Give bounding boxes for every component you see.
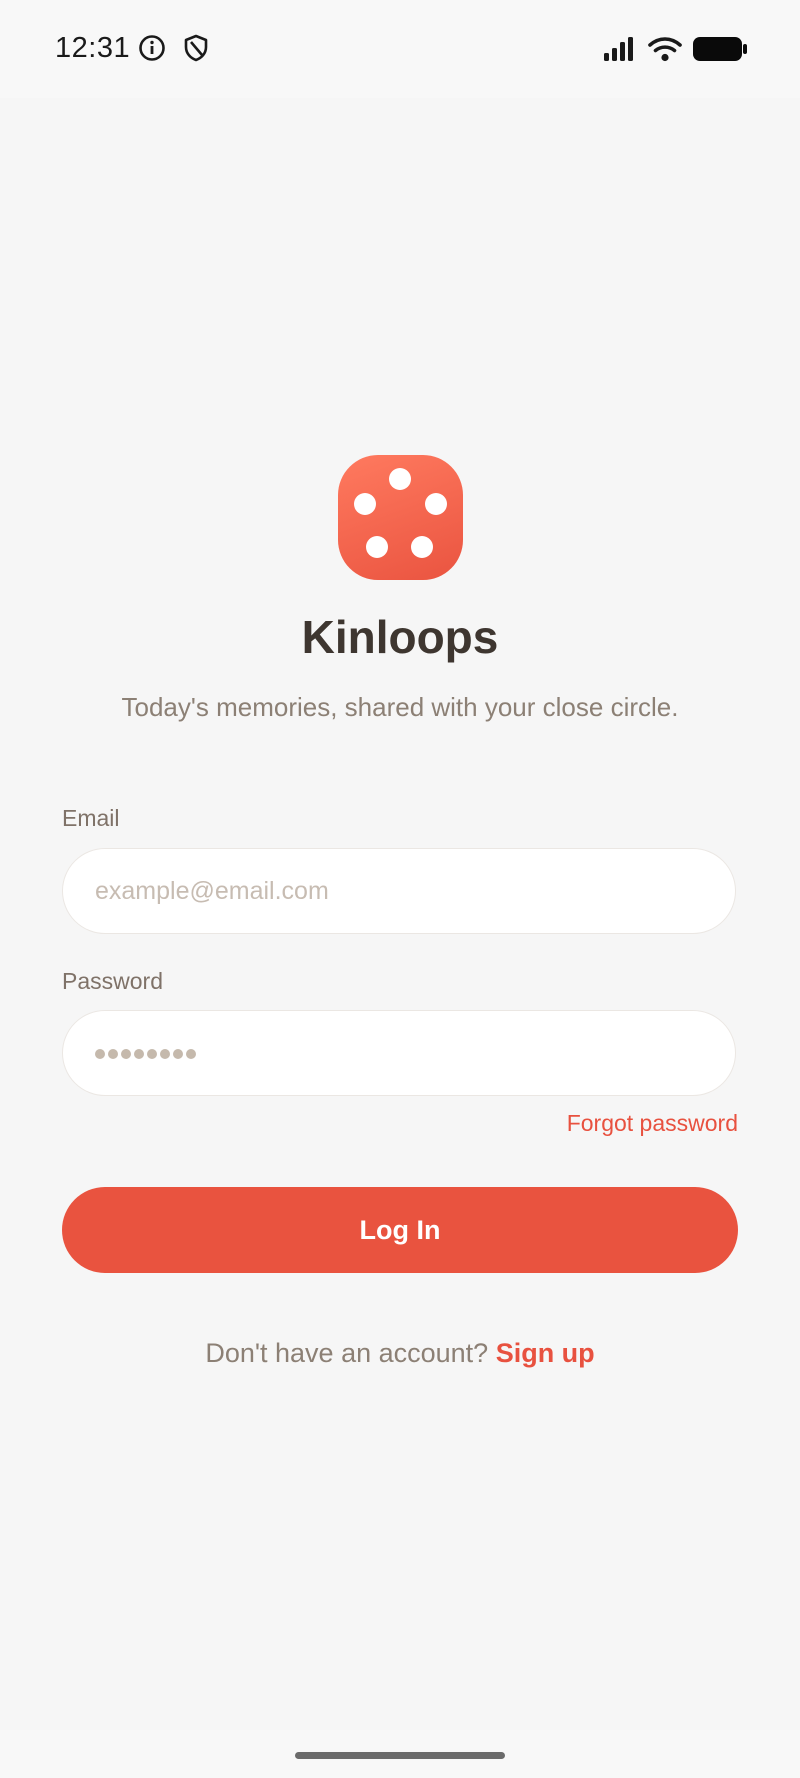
logo-dot xyxy=(354,493,376,515)
wifi-icon xyxy=(648,36,682,67)
password-mask-dot xyxy=(186,1049,196,1059)
logo-dot xyxy=(411,536,433,558)
app-title: Kinloops xyxy=(301,611,499,663)
logo-dot xyxy=(389,468,411,490)
home-indicator[interactable] xyxy=(295,1752,505,1759)
password-mask-dot xyxy=(108,1049,118,1059)
status-bar: 12:31 xyxy=(0,0,800,98)
password-mask-dot xyxy=(147,1049,157,1059)
password-mask-dot xyxy=(121,1049,131,1059)
app-tagline: Today's memories, shared with your close… xyxy=(121,692,679,722)
signup-link[interactable]: Sign up xyxy=(496,1338,595,1368)
password-field[interactable] xyxy=(62,1010,736,1096)
forgot-password-link[interactable]: Forgot password xyxy=(567,1110,738,1137)
email-field[interactable] xyxy=(62,848,736,934)
battery-icon xyxy=(692,36,748,67)
shield-icon xyxy=(183,34,209,67)
login-screen: 12:31 Kinloops Today's memories, shared … xyxy=(0,0,800,1778)
signup-row: Don't have an account? Sign up xyxy=(0,1338,800,1369)
dots-logo-icon xyxy=(338,455,463,580)
signup-prompt: Don't have an account? xyxy=(205,1338,496,1368)
password-mask-dot xyxy=(173,1049,183,1059)
password-mask xyxy=(95,1011,196,1097)
password-mask-dot xyxy=(95,1049,105,1059)
info-icon xyxy=(138,34,166,67)
password-mask-dot xyxy=(160,1049,170,1059)
logo-dot xyxy=(425,493,447,515)
password-label: Password xyxy=(62,968,163,994)
password-mask-dot xyxy=(134,1049,144,1059)
login-button[interactable]: Log In xyxy=(62,1187,738,1273)
status-time: 12:31 xyxy=(55,32,131,64)
signal-icon xyxy=(603,36,637,67)
email-label: Email xyxy=(62,805,120,831)
logo-dot xyxy=(366,536,388,558)
